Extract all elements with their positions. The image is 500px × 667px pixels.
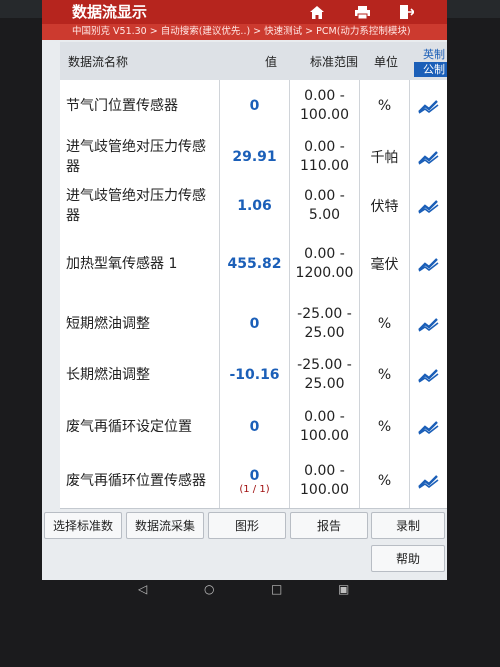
row-unit: % [360, 350, 410, 400]
bottom-button-bar: 选择标准数 数据流采集 图形 报告 录制 帮助 [42, 509, 447, 580]
row-unit: 伏特 [360, 182, 410, 230]
row-range: -25.00 - 25.00 [290, 350, 360, 400]
row-name: 短期燃油调整 [60, 298, 220, 350]
trend-chart-icon [417, 98, 440, 114]
table-row[interactable]: 废气再循环位置传感器 0 (1 / 1) 0.00 - 100.00 % [60, 454, 447, 509]
row-value: 29.91 [220, 132, 290, 182]
graph-button[interactable] [410, 400, 447, 454]
app-screen: 数据流显示 中国别克 V51.30 > 自动搜索(建议优先..) > 快速测试 … [42, 0, 447, 580]
row-value-text: 1.06 [237, 198, 272, 214]
trend-chart-icon [417, 318, 438, 332]
record-button[interactable]: 录制 [371, 512, 445, 539]
help-button[interactable]: 帮助 [371, 545, 445, 572]
row-value-text: 455.82 [227, 256, 282, 272]
row-name: 加热型氧传感器 1 [60, 230, 220, 298]
table-row[interactable]: 长期燃油调整 -10.16 -25.00 - 25.00 % [60, 350, 447, 401]
graph-view-button[interactable]: 图形 [208, 512, 286, 539]
row-unit: 千帕 [360, 132, 410, 182]
trend-chart-icon [417, 369, 438, 383]
row-range: -25.00 - 25.00 [290, 298, 360, 350]
row-name: 废气再循环设定位置 [60, 400, 220, 454]
row-range: 0.00 - 5.00 [290, 182, 360, 230]
home-icon [310, 5, 324, 19]
android-nav-bar: ◁ ○ □ ▣ [0, 580, 500, 600]
row-value: 0 [220, 80, 290, 132]
row-value: -10.16 [220, 350, 290, 400]
column-name-header: 数据流名称 [68, 54, 129, 69]
home-nav-icon[interactable]: ○ [204, 582, 214, 596]
column-unit-header: 单位 [374, 54, 399, 69]
print-button[interactable] [342, 0, 382, 24]
row-unit: % [360, 298, 410, 350]
print-icon [354, 5, 370, 19]
row-value: 0 (1 / 1) [220, 454, 290, 508]
row-range: 0.00 - 110.00 [290, 132, 360, 182]
table-row[interactable]: 节气门位置传感器 0 0.00 - 100.00 % [60, 80, 447, 133]
screenshot-icon[interactable]: ▣ [338, 582, 349, 596]
row-unit: % [360, 400, 410, 454]
table-row[interactable]: 进气歧管绝对压力传感器 1.06 0.00 - 5.00 伏特 [60, 182, 447, 231]
row-name: 长期燃油调整 [60, 350, 220, 400]
row-name: 进气歧管绝对压力传感器 [60, 132, 220, 182]
column-range-header: 标准范围 [310, 54, 359, 69]
exit-icon [400, 5, 414, 19]
title-bar: 数据流显示 [42, 0, 447, 24]
trend-chart-icon [417, 200, 438, 214]
table-header: 数据流名称 值 标准范围 单位 英制 公制 [60, 42, 447, 81]
row-name: 进气歧管绝对压力传感器 [60, 182, 220, 230]
trend-chart-icon [417, 151, 438, 165]
row-range: 0.00 - 100.00 [290, 400, 360, 454]
row-value: 0 [220, 298, 290, 350]
graph-button[interactable] [410, 350, 447, 400]
trend-chart-icon [417, 475, 438, 489]
row-name: 节气门位置传感器 [60, 80, 220, 132]
recents-icon[interactable]: □ [271, 582, 282, 596]
home-button[interactable] [297, 0, 337, 24]
row-range: 0.00 - 100.00 [290, 454, 360, 508]
graph-button[interactable] [410, 230, 447, 298]
graph-button[interactable] [410, 80, 447, 132]
row-name: 废气再循环位置传感器 [60, 454, 220, 508]
graph-button[interactable] [410, 132, 447, 182]
row-value: 455.82 [220, 230, 290, 298]
row-range: 0.00 - 1200.00 [290, 230, 360, 298]
row-range: 0.00 - 100.00 [290, 80, 360, 132]
row-value-text: 0 [249, 98, 260, 114]
row-unit: % [360, 454, 410, 508]
row-unit: 毫伏 [360, 230, 410, 298]
back-icon[interactable]: ◁ [138, 582, 147, 596]
trend-chart-icon [417, 258, 438, 272]
row-value-text: -10.16 [229, 367, 280, 383]
unit-metric-option[interactable]: 公制 [414, 62, 447, 77]
unit-system-toggle[interactable]: 英制 公制 [414, 48, 447, 77]
unit-imperial-option[interactable]: 英制 [414, 48, 447, 62]
graph-button[interactable] [410, 182, 447, 230]
table-row[interactable]: 进气歧管绝对压力传感器 29.91 0.00 - 110.00 千帕 [60, 132, 447, 183]
trend-chart-icon [417, 421, 438, 435]
graph-button[interactable] [410, 298, 447, 350]
report-button[interactable]: 报告 [290, 512, 368, 539]
row-unit: % [360, 80, 410, 132]
exit-button[interactable] [387, 0, 427, 24]
column-value-header: 值 [265, 54, 278, 69]
page-indicator: (1 / 1) [239, 483, 270, 495]
table-row[interactable]: 短期燃油调整 0 -25.00 - 25.00 % [60, 298, 447, 351]
table-row[interactable]: 废气再循环设定位置 0 0.00 - 100.00 % [60, 400, 447, 455]
row-value-text: 0 [249, 316, 260, 332]
row-value-text: 0 [249, 467, 260, 484]
select-standard-button[interactable]: 选择标准数 [44, 512, 122, 539]
row-value: 0 [220, 400, 290, 454]
data-capture-button[interactable]: 数据流采集 [126, 512, 204, 539]
graph-button[interactable] [410, 454, 447, 508]
row-value: 1.06 [220, 182, 290, 230]
table-row[interactable]: 加热型氧传感器 1 455.82 0.00 - 1200.00 毫伏 [60, 230, 447, 299]
breadcrumb: 中国别克 V51.30 > 自动搜索(建议优先..) > 快速测试 > PCM(… [42, 24, 447, 40]
page-title: 数据流显示 [72, 3, 148, 21]
row-value-text: 29.91 [232, 149, 277, 165]
row-value-text: 0 [249, 419, 260, 435]
